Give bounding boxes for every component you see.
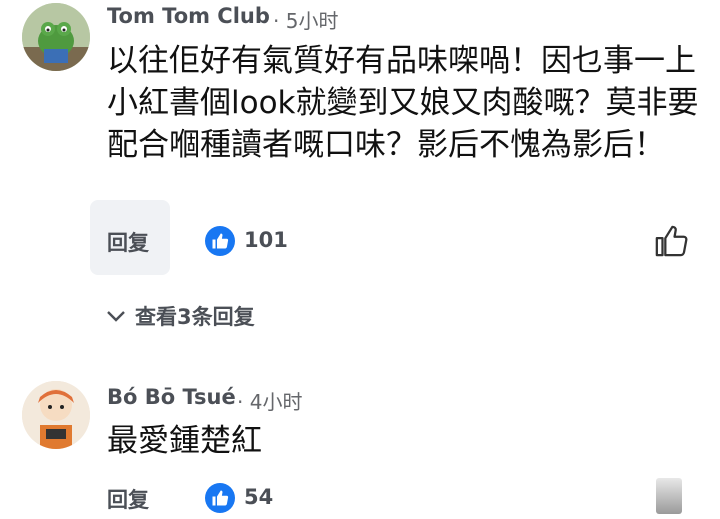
thumbs-up-icon bbox=[212, 490, 229, 506]
avatar[interactable] bbox=[22, 381, 90, 449]
scroll-indicator[interactable] bbox=[656, 478, 682, 514]
comment-author[interactable]: Bó Bō Tsué bbox=[107, 385, 236, 409]
thumbs-up-icon bbox=[212, 233, 229, 249]
doll-avatar-icon bbox=[22, 381, 90, 449]
like-count: 101 bbox=[244, 228, 288, 252]
chevron-down-icon bbox=[107, 311, 125, 322]
like-badge-icon bbox=[205, 226, 235, 256]
comment-author[interactable]: Tom Tom Club bbox=[107, 4, 270, 28]
like-count: 54 bbox=[244, 485, 274, 509]
comment-time: · 4小时 bbox=[237, 390, 303, 414]
comment-text: 以往佢好有氣質好有品味㗎喎！因乜事一上小紅書個look就變到又娘又肉酸嘅？莫非要… bbox=[107, 43, 699, 163]
comment-time: · 5小时 bbox=[273, 9, 339, 33]
reply-button[interactable]: 回复 bbox=[107, 484, 149, 514]
avatar[interactable] bbox=[22, 3, 90, 71]
view-replies-link[interactable]: 查看3条回复 bbox=[105, 301, 255, 331]
view-replies-label: 查看3条回复 bbox=[135, 305, 255, 329]
like-button-icon[interactable] bbox=[654, 224, 688, 258]
reply-button[interactable]: 回复 bbox=[107, 227, 149, 257]
like-badge-icon bbox=[205, 483, 235, 513]
frog-avatar-icon bbox=[22, 3, 90, 71]
comment-text: 最愛鍾楚紅 bbox=[107, 423, 262, 459]
